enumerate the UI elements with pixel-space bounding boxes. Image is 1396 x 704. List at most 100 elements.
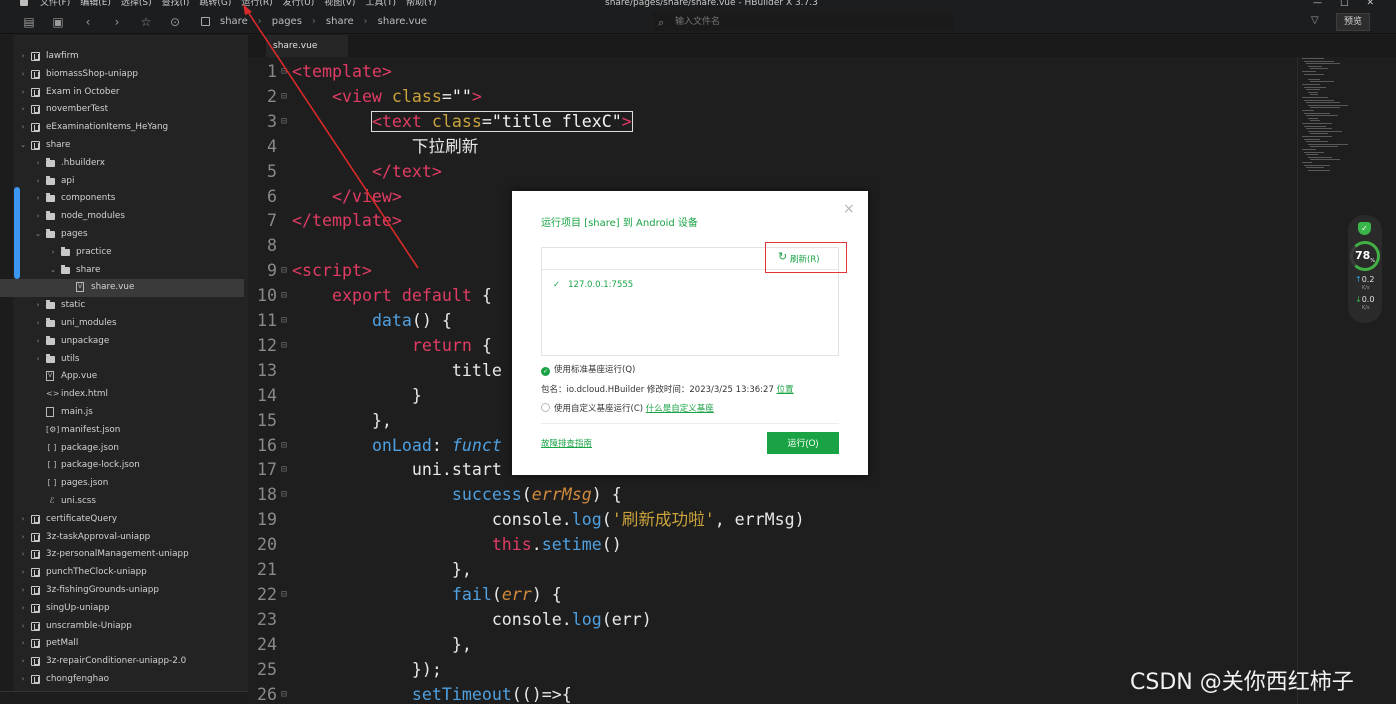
forward-icon[interactable]: › [110,15,124,29]
code-line[interactable]: 3 ⊟ <text class="title flexC"> [248,110,1298,135]
custom-base-option[interactable]: 使用自定义基座运行(C) 什么是自定义基座 [541,402,714,414]
dialog-close-icon[interactable]: × [843,201,855,217]
standard-base-option[interactable]: ✓ 使用标准基座运行(Q) [541,363,635,376]
troubleshoot-link[interactable]: 故障排查指南 [541,437,592,449]
tree-folder[interactable]: › utils [0,351,244,369]
breadcrumb-item[interactable]: share [326,16,354,27]
menu-item[interactable]: 视图(V) [324,0,355,9]
chevron-right-icon[interactable]: › [19,52,27,61]
code-line[interactable]: 1 ⊟ <template> [248,60,1298,85]
chevron-down-icon[interactable]: ⌄ [49,266,57,275]
tree-file[interactable]: Vshare.vue [0,279,244,298]
menu-item[interactable]: 选择(S) [121,0,152,9]
menu-item[interactable]: 工具(T) [365,0,396,9]
chevron-right-icon[interactable]: › [19,622,27,631]
chevron-right-icon[interactable]: › [19,604,27,613]
fold-toggle-icon[interactable]: ⊟ [281,259,287,284]
code-line[interactable]: 21 }, [248,558,1298,583]
code-line[interactable]: 23 console.log(err) [248,608,1298,633]
menu-item[interactable]: 跳转(G) [199,0,231,9]
code-line[interactable]: 2 ⊟ <view class=""> [248,85,1298,110]
tree-project[interactable]: › novemberTest [0,101,244,119]
tree-folder[interactable]: › static [0,297,244,315]
tree-folder[interactable]: ⌄ share [0,262,244,280]
fold-toggle-icon[interactable]: ⊟ [281,683,287,704]
menu-item[interactable]: 运行(R) [241,0,272,9]
close-window-button[interactable]: ✕ [1366,0,1374,9]
menu-item[interactable]: 帮助(Y) [406,0,437,9]
tree-folder[interactable]: › uni_modules [0,315,244,333]
tree-project[interactable]: › singUp-uniapp [0,600,244,618]
fold-toggle-icon[interactable]: ⊟ [281,309,287,334]
performance-widget[interactable]: ✓ 78% ↑0.2 K/s ↓0.0 K/s [1348,215,1382,323]
chevron-right-icon[interactable]: › [19,639,27,648]
chevron-right-icon[interactable]: › [34,319,42,328]
chevron-right-icon[interactable]: › [19,675,27,684]
tree-folder[interactable]: › practice [0,244,244,262]
chevron-right-icon[interactable]: › [19,70,27,79]
tree-file[interactable]: [ ] pages.json [0,475,244,493]
code-line[interactable]: 4 下拉刷新 [248,135,1298,160]
code-line[interactable]: 24 }, [248,633,1298,658]
menu-item[interactable]: 文件(F) [40,0,70,9]
refresh-button[interactable]: ↻ 刷新(R) [765,242,847,273]
chevron-right-icon[interactable]: › [34,301,42,310]
chevron-down-icon[interactable]: ⌄ [34,230,42,239]
tree-file[interactable]: ℰuni.scss [0,493,244,511]
filter-icon[interactable]: ▽ [1311,15,1319,26]
tree-project[interactable]: › 3z-personalManagement-uniapp [0,546,244,564]
chevron-down-icon[interactable]: ⌄ [19,141,27,150]
tree-folder[interactable]: › unpackage [0,333,244,351]
code-line[interactable]: 20 this.setime() [248,533,1298,558]
tree-folder[interactable]: ⌄ pages [0,226,244,244]
tree-folder[interactable]: › .hbuilderx [0,155,244,173]
tab-share-vue[interactable]: share.vue [266,35,348,57]
star-icon[interactable]: ☆ [139,15,153,29]
tree-folder[interactable]: › api [0,173,244,191]
custom-base-help-link[interactable]: 什么是自定义基座 [646,404,714,414]
tree-project[interactable]: ⌄ share [0,137,244,155]
tree-project[interactable]: › biomassShop-uniapp [0,66,244,84]
tree-project[interactable]: › 3z-taskApproval-uniapp [0,529,244,547]
breadcrumb-item[interactable]: share.vue [378,16,427,27]
tree-file[interactable]: main.js [0,404,244,422]
preview-button[interactable]: 预览 [1336,13,1370,31]
chevron-right-icon[interactable]: › [34,355,42,364]
tree-file[interactable]: [⚙] manifest.json [0,422,244,440]
code-line[interactable]: 22 ⊟ fail(err) { [248,583,1298,608]
tree-file[interactable]: <> index.html [0,386,244,404]
chevron-right-icon[interactable]: › [19,550,27,559]
code-line[interactable]: 5 </text> [248,160,1298,185]
fold-toggle-icon[interactable]: ⊟ [281,583,287,608]
fold-toggle-icon[interactable]: ⊟ [281,458,287,483]
tree-file[interactable]: [ ] package-lock.json [0,457,244,475]
tree-project[interactable]: › certificateQuery [0,511,244,529]
tree-project[interactable]: › lawfirm [0,48,244,66]
code-line[interactable]: 18 ⊟ success(errMsg) { [248,483,1298,508]
tree-file[interactable]: [ ] package.json [0,440,244,458]
code-line[interactable]: 19 console.log('刷新成功啦', errMsg) [248,508,1298,533]
chevron-right-icon[interactable]: › [19,533,27,542]
back-icon[interactable]: ‹ [81,15,95,29]
menu-item[interactable]: 查找(I) [162,0,190,9]
location-link[interactable]: 位置 [777,385,794,395]
breadcrumb-item[interactable]: share [220,16,248,27]
chevron-right-icon[interactable]: › [49,248,57,257]
chevron-right-icon[interactable]: › [19,123,27,132]
chevron-right-icon[interactable]: › [34,177,42,186]
menu-item[interactable]: 发行(U) [283,0,315,9]
chevron-right-icon[interactable]: › [19,586,27,595]
fold-toggle-icon[interactable]: ⊟ [281,284,287,309]
device-item[interactable]: ✓ 127.0.0.1:7555 [553,280,633,290]
new-file-icon[interactable]: ▤ [22,15,36,29]
chevron-right-icon[interactable]: › [19,88,27,97]
tree-project[interactable]: › chongfenghao [0,671,244,689]
chevron-right-icon[interactable]: › [34,337,42,346]
fold-toggle-icon[interactable]: ⊟ [281,483,287,508]
fold-toggle-icon[interactable]: ⊟ [281,110,287,135]
menu-item[interactable]: 编辑(E) [80,0,111,9]
tree-file[interactable]: V App.vue [0,368,244,386]
tree-project[interactable]: › 3z-fishingGrounds-uniapp [0,582,244,600]
chevron-right-icon[interactable]: › [34,212,42,221]
tree-project[interactable]: › petMall [0,635,244,653]
